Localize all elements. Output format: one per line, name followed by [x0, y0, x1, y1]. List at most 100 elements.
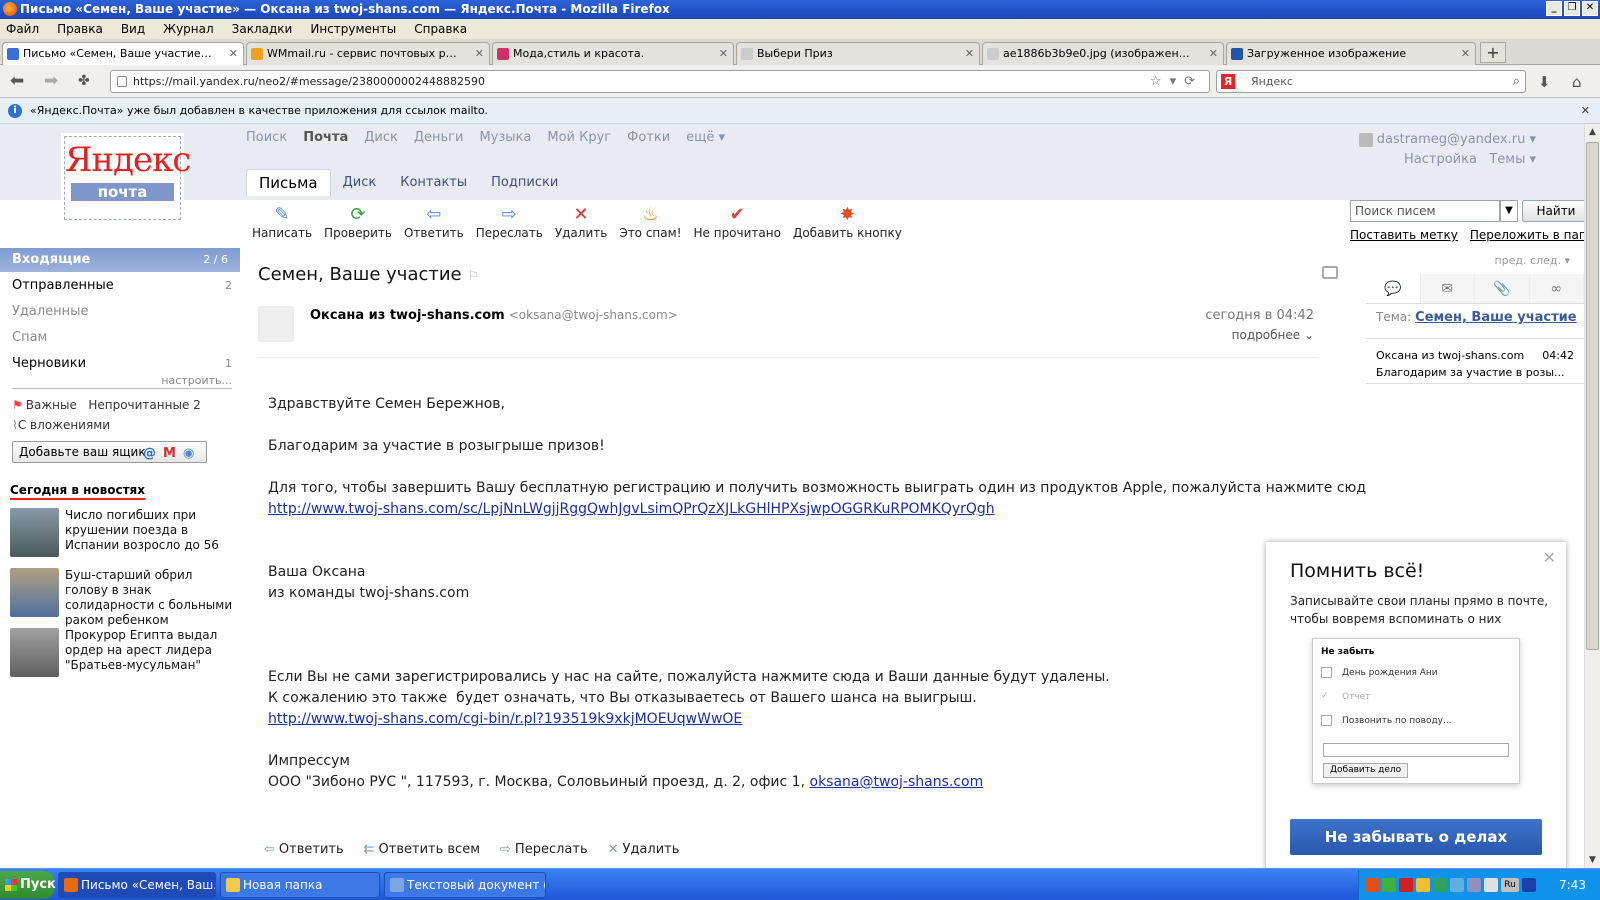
- imprint-email-link[interactable]: oksana@twoj-shans.com: [810, 774, 984, 790]
- tray-arrow-icon[interactable]: [1522, 878, 1536, 892]
- menu-item[interactable]: Инструменты: [310, 22, 396, 36]
- service-link[interactable]: ещё ▾: [686, 130, 725, 145]
- toolbar-button[interactable]: ✎ Написать: [246, 204, 318, 244]
- browser-tab[interactable]: ae1886b3b9e0.jpg (изображение «JPEG... ✕: [982, 42, 1224, 65]
- search-options-dropdown[interactable]: ▼: [1500, 200, 1518, 222]
- close-notification-icon[interactable]: ✕: [1581, 98, 1590, 123]
- yandex-mail-logo[interactable]: Яндекс почта: [64, 136, 191, 220]
- service-link[interactable]: Музыка: [479, 130, 531, 145]
- toolbar-button[interactable]: ✔ Не прочитано: [688, 204, 787, 244]
- back-icon[interactable]: ⬅: [10, 71, 24, 91]
- scroll-thumb[interactable]: [1586, 142, 1599, 650]
- toolbar-button[interactable]: ⇦ Ответить: [398, 204, 470, 244]
- tray-network-icon[interactable]: [1433, 878, 1447, 892]
- prev-next-nav[interactable]: пред. след. ▾: [1366, 254, 1584, 267]
- bookmark-star-icon[interactable]: ☆: [1150, 74, 1170, 89]
- attachments-filter[interactable]: С вложениями: [18, 418, 110, 432]
- bottom-action[interactable]: ⇇ Ответить всем: [364, 842, 480, 857]
- menu-item[interactable]: Вид: [121, 22, 145, 36]
- restore-button[interactable]: ❐: [1564, 1, 1580, 16]
- news-item[interactable]: Число погибших при крушении поезда в Исп…: [10, 508, 235, 562]
- move-to-folder-link[interactable]: Переложить в папку: [1470, 228, 1584, 242]
- dropdown-icon[interactable]: ▾: [1170, 74, 1185, 89]
- close-tab-icon[interactable]: ✕: [1209, 43, 1218, 65]
- settings-link[interactable]: Настройка: [1404, 152, 1477, 167]
- search-icon[interactable]: ⌕: [1513, 71, 1520, 92]
- tray-usb-icon[interactable]: [1484, 878, 1498, 892]
- service-link[interactable]: Почта: [303, 130, 348, 145]
- menu-item[interactable]: Правка: [57, 22, 103, 36]
- browser-tab[interactable]: WMmail.ru - сервис почтовых рассылок... ✕: [246, 42, 490, 65]
- toolbar-button[interactable]: ✕ Удалить: [549, 204, 614, 244]
- bottom-action[interactable]: ✕ Удалить: [608, 842, 680, 857]
- tray-messenger-icon[interactable]: [1416, 878, 1430, 892]
- tray-display-icon[interactable]: [1467, 878, 1481, 892]
- start-button[interactable]: Пуск: [0, 871, 56, 899]
- themes-link[interactable]: Темы ▾: [1489, 152, 1536, 167]
- menu-item[interactable]: Справка: [414, 22, 467, 36]
- language-indicator[interactable]: Ru: [1501, 878, 1519, 892]
- folder-inbox[interactable]: Входящие 2 / 6: [0, 248, 240, 272]
- scroll-up-icon[interactable]: ▲: [1585, 124, 1600, 140]
- new-tab-button[interactable]: +: [1480, 42, 1506, 63]
- toolbar-button[interactable]: ⟳ Проверить: [318, 204, 398, 244]
- tray-volume-icon[interactable]: [1450, 878, 1464, 892]
- url-bar[interactable]: https://mail.yandex.ru/neo2/#message/238…: [110, 70, 1210, 93]
- page-scrollbar[interactable]: ▲ ▼: [1584, 124, 1600, 868]
- unsubscribe-link[interactable]: http://www.twoj-shans.com/cgi-bin/r.pl?1…: [268, 711, 742, 727]
- close-window-button[interactable]: ✕: [1582, 1, 1598, 16]
- browser-tab[interactable]: Загруженное изображение ✕: [1226, 42, 1476, 65]
- tray-app-icon[interactable]: [1365, 878, 1379, 892]
- registration-link[interactable]: http://www.twoj-shans.com/sc/LpjNnLWgjjR…: [268, 501, 995, 517]
- browser-tab[interactable]: Письмо «Семен, Ваше участие» — Окс... ✕: [2, 42, 244, 66]
- unread-filter[interactable]: Непрочитанные 2: [88, 398, 200, 412]
- home-site-icon[interactable]: ✤: [78, 73, 90, 89]
- mail-tab[interactable]: Контакты: [388, 170, 479, 196]
- folder-item[interactable]: Черновики 1: [12, 354, 232, 374]
- service-link[interactable]: Мой Круг: [547, 130, 611, 145]
- toolbar-button[interactable]: ⇨ Переслать: [470, 204, 549, 244]
- menu-item[interactable]: Журнал: [163, 22, 214, 36]
- reload-icon[interactable]: ⟳: [1184, 74, 1203, 89]
- tray-shield-icon[interactable]: [1382, 878, 1396, 892]
- toolbar-button[interactable]: ✸ Добавить кнопку: [787, 204, 908, 244]
- close-tab-icon[interactable]: ✕: [719, 43, 728, 65]
- close-tab-icon[interactable]: ✕: [1461, 43, 1470, 65]
- browser-tab[interactable]: Мода,стиль и красота. ✕: [492, 42, 734, 65]
- close-tab-icon[interactable]: ✕: [475, 43, 484, 65]
- close-popup-icon[interactable]: ✕: [1543, 548, 1556, 567]
- taskbar-task[interactable]: Текстовый документ (5...: [384, 872, 546, 898]
- browser-tab[interactable]: Выбери Приз ✕: [736, 42, 980, 65]
- set-label-link[interactable]: Поставить метку: [1350, 228, 1458, 242]
- print-icon[interactable]: [1322, 266, 1338, 279]
- thread-message-item[interactable]: Оксана из twoj-shans.com 04:42 Благодари…: [1366, 338, 1584, 384]
- tray-antivirus-icon[interactable]: [1399, 878, 1413, 892]
- taskbar-task[interactable]: Новая папка: [220, 872, 380, 898]
- mail-tab[interactable]: Подписки: [479, 170, 570, 196]
- mail-tab[interactable]: Диск: [331, 170, 389, 196]
- envelope-tab-icon[interactable]: ✉: [1420, 274, 1475, 303]
- download-icon[interactable]: ⬇: [1538, 73, 1551, 91]
- folder-item[interactable]: Спам: [12, 328, 232, 348]
- mail-search-input[interactable]: Поиск писем: [1350, 200, 1500, 222]
- menu-item[interactable]: Закладки: [232, 22, 293, 36]
- folder-item[interactable]: Отправленные 2: [12, 276, 232, 296]
- user-email[interactable]: dastrameg@yandex.ru ▾: [1377, 132, 1536, 147]
- theme-link[interactable]: Семен, Ваше участие: [1415, 310, 1576, 325]
- news-heading[interactable]: Сегодня в новостях: [10, 482, 145, 500]
- folders-setup-link[interactable]: настроить...: [12, 374, 232, 389]
- flag-outline-icon[interactable]: ⚐: [468, 269, 480, 284]
- mail-tab[interactable]: Письма: [246, 169, 331, 196]
- service-link[interactable]: Поиск: [246, 130, 287, 145]
- find-button[interactable]: Найти: [1522, 200, 1584, 222]
- sender-email[interactable]: <oksana@twoj-shans.com>: [509, 308, 678, 322]
- attachment-tab-icon[interactable]: 📎: [1475, 274, 1530, 303]
- news-item[interactable]: Прокурор Египта выдал ордер на арест лид…: [10, 628, 235, 682]
- scroll-down-icon[interactable]: ▼: [1585, 852, 1600, 868]
- close-tab-icon[interactable]: ✕: [965, 43, 974, 65]
- link-tab-icon[interactable]: ∞: [1529, 274, 1584, 303]
- web-search-box[interactable]: Я Яндекс ⌕: [1216, 70, 1526, 93]
- home-icon[interactable]: ⌂: [1572, 73, 1582, 91]
- sender-name[interactable]: Оксана из twoj-shans.com: [310, 308, 505, 323]
- bottom-action[interactable]: ⇨ Переслать: [500, 842, 588, 857]
